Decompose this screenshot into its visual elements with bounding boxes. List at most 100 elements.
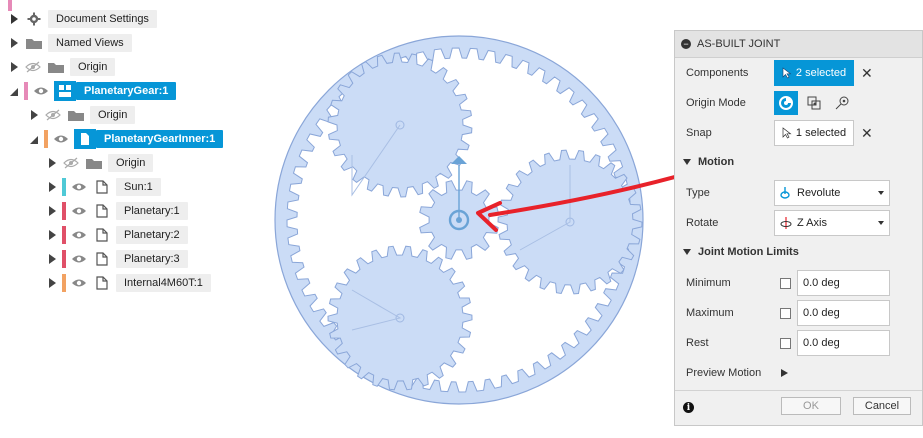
component-icon [54, 81, 76, 101]
component-icon [92, 179, 112, 195]
limits-section-header[interactable]: Joint Motion Limits [683, 246, 799, 258]
play-icon[interactable] [781, 369, 788, 377]
minimum-label: Minimum [686, 277, 731, 289]
clear-snap-icon[interactable]: ✕ [861, 125, 873, 142]
component-icon [92, 275, 112, 291]
tree-row-origin[interactable]: Origin [28, 104, 136, 126]
expand-icon[interactable] [49, 206, 56, 216]
revolute-icon [780, 187, 790, 199]
expand-icon[interactable] [31, 110, 38, 120]
color-bar [24, 82, 28, 100]
motion-section-header[interactable]: Motion [683, 156, 734, 168]
expand-icon[interactable] [49, 230, 56, 240]
hidden-eye-icon[interactable] [62, 156, 80, 170]
ok-button[interactable]: OK [781, 397, 841, 415]
tree-label-selected[interactable]: PlanetaryGearInner:1 [96, 130, 224, 148]
limits-section-title: Joint Motion Limits [698, 246, 799, 258]
dialog-header[interactable]: − AS-BUILT JOINT [675, 31, 922, 58]
type-row: Type Revolute [675, 179, 923, 207]
section-collapse-icon[interactable] [683, 159, 691, 165]
snap-select-button[interactable]: 1 selected [774, 120, 854, 146]
clear-components-icon[interactable]: ✕ [861, 65, 873, 82]
eye-icon[interactable] [52, 132, 70, 146]
rest-checkbox[interactable] [780, 337, 791, 349]
expand-icon[interactable] [11, 14, 18, 24]
tree-label[interactable]: Origin [70, 58, 116, 76]
tree-label[interactable]: Internal4M60T:1 [116, 274, 211, 292]
tree-label[interactable]: Planetary:3 [116, 250, 188, 268]
gear-icon [24, 11, 44, 27]
tree-row-internal-gear[interactable]: Internal4M60T:1 [46, 272, 211, 294]
collapse-icon[interactable] [30, 136, 38, 144]
tree-row-document-settings[interactable]: Document Settings [8, 8, 157, 30]
minimum-checkbox[interactable] [780, 277, 791, 289]
rotate-dropdown[interactable]: Z Axis [774, 210, 890, 236]
tree-row-planetary-3[interactable]: Planetary:3 [46, 248, 188, 270]
info-icon[interactable]: i [683, 402, 694, 413]
snap-row: Snap 1 selected ✕ [675, 119, 923, 147]
tree-row-planetary-gear-inner[interactable]: PlanetaryGearInner:1 [28, 128, 224, 150]
tree-row-planetary-2[interactable]: Planetary:2 [46, 224, 188, 246]
eye-icon[interactable] [70, 180, 88, 194]
minimum-input[interactable]: 0.0 deg [797, 270, 890, 296]
type-label: Type [686, 187, 710, 199]
components-select-button[interactable]: 2 selected [774, 60, 854, 86]
collapse-dialog-icon[interactable]: − [681, 39, 691, 49]
tree-label[interactable]: Planetary:2 [116, 226, 188, 244]
components-label: Components [686, 67, 749, 79]
eye-icon[interactable] [70, 228, 88, 242]
component-icon [92, 251, 112, 267]
rest-label: Rest [686, 337, 709, 349]
origin-mode-between-button[interactable] [802, 91, 826, 115]
origin-mode-label: Origin Mode [686, 97, 746, 109]
expand-icon[interactable] [11, 38, 18, 48]
snap-value: 1 selected [795, 127, 847, 139]
hidden-eye-icon[interactable] [44, 108, 62, 122]
type-value: Revolute [797, 187, 841, 199]
tree-label[interactable]: Sun:1 [116, 178, 161, 196]
snap-origin-icon [779, 96, 793, 110]
tree-row-sun[interactable]: Sun:1 [46, 176, 161, 198]
tree-label[interactable]: Document Settings [48, 10, 157, 28]
rest-input[interactable]: 0.0 deg [797, 330, 890, 356]
two-faces-icon [835, 96, 849, 110]
tree-label[interactable]: Origin [108, 154, 154, 172]
folder-icon [24, 35, 44, 51]
maximum-input[interactable]: 0.0 deg [797, 300, 890, 326]
viewport-canvas[interactable] [270, 0, 674, 438]
cancel-button[interactable]: Cancel [853, 397, 911, 415]
tree-label[interactable]: Planetary:1 [116, 202, 188, 220]
components-row: Components 2 selected ✕ [675, 59, 923, 87]
color-bar [62, 226, 66, 244]
tree-label-selected[interactable]: PlanetaryGear:1 [76, 82, 177, 100]
tree-row-origin[interactable]: Origin [46, 152, 154, 174]
tree-row-origin[interactable]: Origin [8, 56, 116, 78]
tree-row-planetary-1[interactable]: Planetary:1 [46, 200, 188, 222]
expand-icon[interactable] [49, 278, 56, 288]
maximum-label: Maximum [686, 307, 734, 319]
color-bar [62, 274, 66, 292]
tree-row-named-views[interactable]: Named Views [8, 32, 132, 54]
component-icon [74, 129, 96, 149]
hidden-eye-icon[interactable] [24, 60, 42, 74]
type-dropdown[interactable]: Revolute [774, 180, 890, 206]
eye-icon[interactable] [70, 276, 88, 290]
expand-icon[interactable] [49, 182, 56, 192]
chevron-down-icon [878, 221, 884, 225]
origin-mode-simple-button[interactable] [774, 91, 798, 115]
tree-row-planetary-gear[interactable]: PlanetaryGear:1 [8, 80, 177, 102]
collapse-icon[interactable] [10, 88, 18, 96]
section-collapse-icon[interactable] [683, 249, 691, 255]
maximum-checkbox[interactable] [780, 307, 791, 319]
rotate-label: Rotate [686, 217, 719, 229]
tree-label[interactable]: Origin [90, 106, 136, 124]
expand-icon[interactable] [11, 62, 18, 72]
eye-icon[interactable] [70, 204, 88, 218]
maximum-value: 0.0 deg [803, 307, 840, 319]
expand-icon[interactable] [49, 254, 56, 264]
eye-icon[interactable] [70, 252, 88, 266]
tree-label[interactable]: Named Views [48, 34, 132, 52]
origin-mode-two-faces-button[interactable] [830, 91, 854, 115]
eye-icon[interactable] [32, 84, 50, 98]
expand-icon[interactable] [49, 158, 56, 168]
